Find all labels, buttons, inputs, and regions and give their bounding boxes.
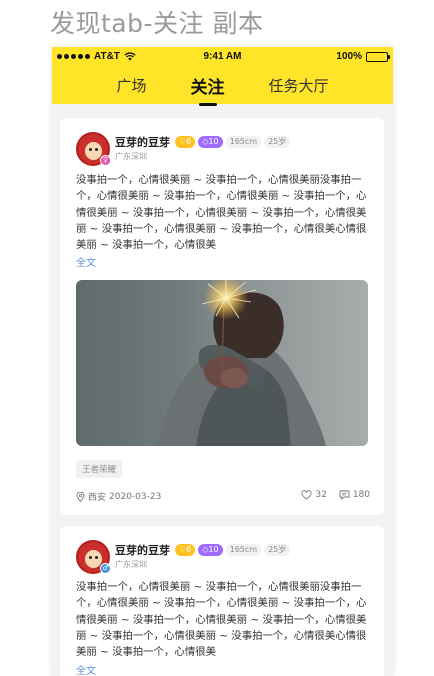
topic-chip[interactable]: 王者荣耀	[76, 460, 123, 478]
comment-icon[interactable]	[339, 490, 350, 500]
post-place: 西安	[88, 493, 107, 503]
full-text-link[interactable]: 全文	[76, 254, 96, 269]
post-card[interactable]: ♀ 豆芽的豆芽 ♡6 ◇10 165cm 25岁 广东深圳 没事拍一个，心情很美…	[60, 118, 384, 515]
post-card[interactable]: ♂ 豆芽的豆芽 ♡6 ◇10 165cm 25岁 广东深圳 没事拍一个，心情很美…	[60, 526, 384, 676]
user-location: 广东深圳	[115, 560, 147, 569]
avatar[interactable]: ♂	[76, 540, 111, 574]
avatar-face	[85, 550, 102, 568]
post-text: 没事拍一个，心情很美丽 ~ 没事拍一个，心情很美丽没事拍一个，心情很美丽 ~ 没…	[76, 174, 367, 252]
post-image[interactable]	[76, 280, 368, 446]
avatar-face	[85, 142, 102, 160]
phone-screen: AT&T 9:41 AM 100% 广场 关注 任务大厅 ♀ 豆芽的豆芽 ♡6 …	[52, 47, 393, 676]
post-meta-location: 西安 2020-03-23	[76, 490, 161, 503]
status-bar: AT&T 9:41 AM 100%	[52, 47, 393, 67]
male-icon: ♂	[100, 563, 111, 574]
level-tag: ♡6	[175, 136, 196, 148]
tab-square[interactable]: 广场	[112, 75, 150, 96]
height-tag: 165cm	[225, 136, 262, 148]
sparkler-photo-icon	[156, 280, 326, 446]
location-pin-icon	[76, 491, 85, 502]
username[interactable]: 豆芽的豆芽	[115, 542, 170, 558]
battery-percent: 100%	[336, 51, 362, 62]
artboard-title: 发现tab-关注 副本	[50, 9, 264, 38]
vip-tag: ◇10	[198, 136, 223, 148]
post-stats: 32 180	[301, 490, 370, 500]
full-text-link[interactable]: 全文	[76, 662, 96, 676]
like-heart-icon[interactable]	[301, 490, 312, 500]
user-line: 豆芽的豆芽 ♡6 ◇10 165cm 25岁	[115, 134, 291, 150]
vip-value: 10	[208, 545, 219, 554]
level-tag: ♡6	[175, 544, 196, 556]
top-tabs: 广场 关注 任务大厅	[52, 67, 393, 106]
vip-value: 10	[208, 137, 219, 146]
female-icon: ♀	[100, 155, 111, 166]
age-tag: 25岁	[264, 544, 291, 556]
age-tag: 25岁	[264, 136, 291, 148]
post-text: 没事拍一个，心情很美丽 ~ 没事拍一个，心情很美丽没事拍一个，心情很美丽 ~ 没…	[76, 581, 367, 659]
user-line: 豆芽的豆芽 ♡6 ◇10 165cm 25岁	[115, 542, 291, 558]
status-right: 100%	[336, 51, 390, 62]
user-location: 广东深圳	[115, 152, 147, 161]
tab-following[interactable]: 关注	[187, 73, 229, 106]
battery-icon	[366, 51, 390, 62]
tab-task-hall[interactable]: 任务大厅	[265, 75, 333, 96]
height-tag: 165cm	[225, 544, 262, 556]
level-value: 6	[186, 137, 192, 146]
comment-count: 180	[352, 490, 370, 500]
like-count: 32	[315, 490, 327, 500]
avatar[interactable]: ♀	[76, 132, 111, 166]
username[interactable]: 豆芽的豆芽	[115, 134, 170, 150]
vip-tag: ◇10	[198, 544, 223, 556]
level-value: 6	[186, 545, 192, 554]
post-date: 2020-03-23	[109, 491, 162, 502]
